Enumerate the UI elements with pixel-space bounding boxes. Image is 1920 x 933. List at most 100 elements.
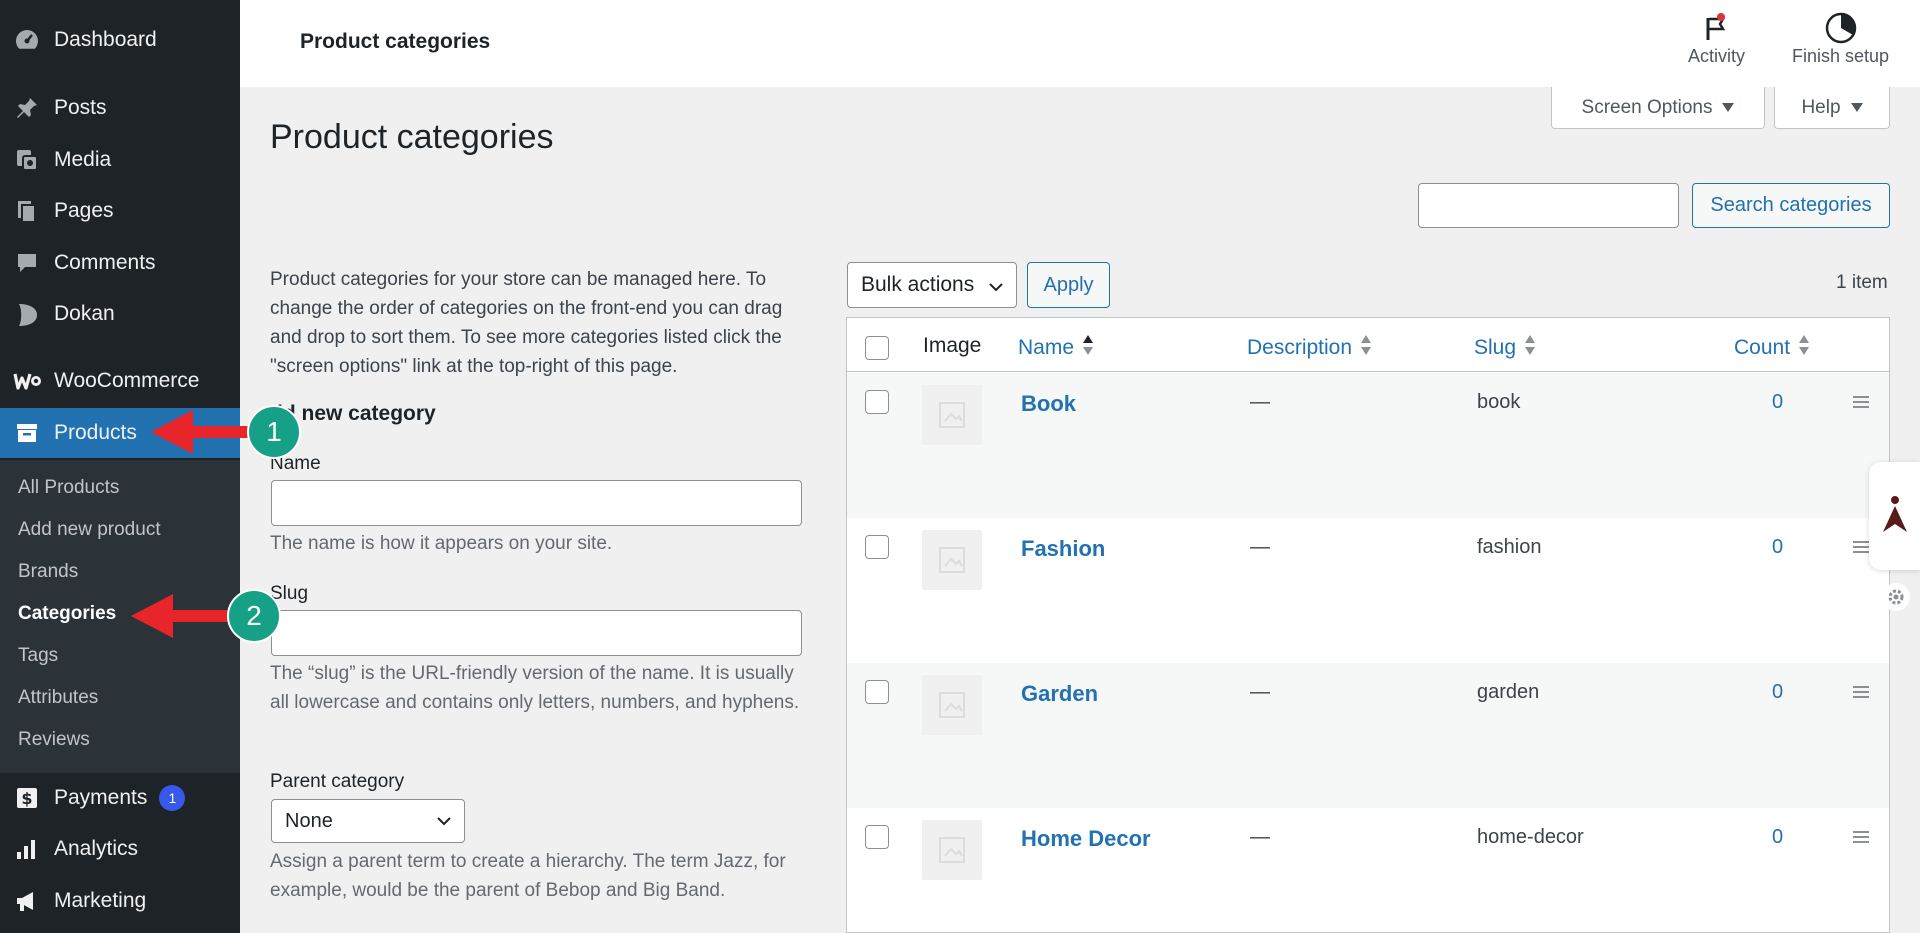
menu-label: WooCommerce bbox=[54, 369, 200, 392]
drag-handle-icon[interactable] bbox=[1853, 685, 1869, 704]
screen-options-label: Screen Options bbox=[1581, 96, 1713, 118]
payments-label: Payments bbox=[54, 786, 148, 809]
submenu-tags[interactable]: Tags bbox=[18, 645, 58, 667]
table-header: Image Name Description Slug Count bbox=[847, 318, 1889, 372]
notification-badge: 1 bbox=[159, 785, 186, 811]
submenu-categories[interactable]: Categories bbox=[18, 603, 116, 625]
menu-label: Pages bbox=[54, 199, 114, 222]
search-categories-button[interactable]: Search categories bbox=[1692, 183, 1890, 228]
column-slug-sort[interactable]: Slug bbox=[1474, 334, 1536, 362]
activity-button[interactable]: Activity bbox=[1688, 10, 1745, 67]
category-description: — bbox=[1250, 681, 1270, 703]
category-slug: book bbox=[1477, 391, 1521, 413]
menu-item-marketing[interactable]: Marketing bbox=[0, 876, 240, 926]
floating-assistant-button[interactable] bbox=[1869, 462, 1920, 570]
table-row: Fashion — fashion 0 bbox=[847, 518, 1889, 663]
menu-item-media[interactable]: Media bbox=[0, 135, 240, 185]
table-row: Garden — garden 0 bbox=[847, 663, 1889, 808]
row-checkbox[interactable] bbox=[865, 390, 889, 414]
sort-ascending-icon bbox=[1082, 334, 1094, 362]
sort-icon bbox=[1798, 334, 1810, 362]
dashboard-icon bbox=[12, 25, 42, 55]
placeholder-image-icon bbox=[922, 820, 982, 880]
bulk-actions-value: Bulk actions bbox=[861, 273, 975, 296]
media-icon bbox=[12, 145, 42, 175]
category-count-link[interactable]: 0 bbox=[1772, 826, 1783, 849]
table-row: Book — book 0 bbox=[847, 373, 1889, 518]
menu-label: Marketing bbox=[54, 889, 147, 912]
row-checkbox[interactable] bbox=[865, 535, 889, 559]
menu-item-woocommerce[interactable]: WooCommerce bbox=[0, 356, 240, 406]
category-description: — bbox=[1250, 391, 1270, 413]
category-count-link[interactable]: 0 bbox=[1772, 536, 1783, 559]
help-label: Help bbox=[1801, 96, 1841, 118]
menu-item-dashboard[interactable]: Dashboard bbox=[0, 15, 240, 65]
category-name-link[interactable]: Fashion bbox=[1021, 536, 1105, 562]
menu-label: Posts bbox=[54, 96, 107, 119]
screen-options-button[interactable]: Screen Options bbox=[1551, 87, 1765, 129]
category-name-link[interactable]: Garden bbox=[1021, 681, 1098, 707]
menu-item-analytics[interactable]: Analytics bbox=[0, 824, 240, 874]
menu-label: Dashboard bbox=[54, 28, 157, 51]
placeholder-image-icon bbox=[922, 385, 982, 445]
drag-handle-icon[interactable] bbox=[1853, 540, 1869, 559]
column-description-sort[interactable]: Description bbox=[1247, 334, 1372, 362]
header-title: Product categories bbox=[300, 30, 491, 53]
category-name-link[interactable]: Book bbox=[1021, 391, 1076, 417]
category-slug: fashion bbox=[1477, 536, 1542, 558]
drag-handle-icon[interactable] bbox=[1853, 830, 1869, 849]
menu-label: Dokan bbox=[54, 302, 115, 325]
menu-item-payments[interactable]: $ Payments 1 bbox=[0, 773, 240, 823]
menu-item-posts[interactable]: Posts bbox=[0, 83, 240, 133]
help-button[interactable]: Help bbox=[1774, 87, 1890, 129]
menu-label: Comments bbox=[54, 251, 156, 274]
submenu-attributes[interactable]: Attributes bbox=[18, 687, 98, 709]
submenu-add-new-product[interactable]: Add new product bbox=[18, 519, 161, 541]
page-title: Product categories bbox=[270, 118, 554, 156]
categories-table: Image Name Description Slug Count Book —… bbox=[846, 317, 1890, 933]
drag-handle-icon[interactable] bbox=[1853, 395, 1869, 414]
item-count: 1 item bbox=[1836, 272, 1888, 293]
assistant-figure-icon bbox=[1881, 494, 1909, 539]
submenu-brands[interactable]: Brands bbox=[18, 561, 78, 583]
bar-chart-icon bbox=[12, 834, 42, 864]
column-count-sort[interactable]: Count bbox=[1734, 334, 1810, 362]
name-help-text: The name is how it appears on your site. bbox=[270, 533, 613, 554]
pages-icon bbox=[12, 196, 42, 226]
row-checkbox[interactable] bbox=[865, 825, 889, 849]
category-count-link[interactable]: 0 bbox=[1772, 681, 1783, 704]
menu-item-dokan[interactable]: Dokan bbox=[0, 289, 240, 339]
svg-text:$: $ bbox=[21, 789, 32, 808]
bulk-actions-select[interactable]: Bulk actions bbox=[847, 262, 1017, 308]
slug-input[interactable] bbox=[271, 610, 802, 656]
pin-icon bbox=[12, 93, 42, 123]
menu-label: Media bbox=[54, 148, 112, 171]
category-count-link[interactable]: 0 bbox=[1772, 391, 1783, 414]
finish-setup-button[interactable]: Finish setup bbox=[1792, 10, 1889, 67]
parent-help-text: Assign a parent term to create a hierarc… bbox=[270, 851, 786, 901]
category-slug: garden bbox=[1477, 681, 1540, 703]
row-checkbox[interactable] bbox=[865, 680, 889, 704]
annotation-arrow-2 bbox=[131, 594, 238, 638]
submenu-reviews[interactable]: Reviews bbox=[18, 729, 90, 751]
parent-category-value: None bbox=[285, 809, 333, 832]
submenu-all-products[interactable]: All Products bbox=[18, 477, 119, 499]
parent-category-label: Parent category bbox=[270, 771, 405, 792]
menu-item-comments[interactable]: Comments bbox=[0, 238, 240, 288]
column-name-sort[interactable]: Name bbox=[1018, 334, 1094, 362]
menu-item-pages[interactable]: Pages bbox=[0, 186, 240, 236]
category-description: — bbox=[1250, 536, 1270, 558]
select-all-checkbox[interactable] bbox=[865, 336, 889, 360]
column-name-label: Name bbox=[1018, 336, 1075, 359]
megaphone-icon bbox=[12, 886, 42, 916]
parent-category-select[interactable]: None bbox=[271, 799, 465, 843]
progress-circle-icon bbox=[1824, 10, 1858, 46]
apply-button[interactable]: Apply bbox=[1027, 262, 1110, 308]
category-name-link[interactable]: Home Decor bbox=[1021, 826, 1151, 852]
name-input[interactable] bbox=[271, 480, 802, 526]
finish-setup-label: Finish setup bbox=[1792, 46, 1890, 66]
chevron-down-icon bbox=[436, 812, 452, 835]
gear-icon[interactable] bbox=[1882, 583, 1910, 611]
table-row: Home Decor — home-decor 0 bbox=[847, 808, 1889, 933]
search-input[interactable] bbox=[1418, 183, 1679, 228]
